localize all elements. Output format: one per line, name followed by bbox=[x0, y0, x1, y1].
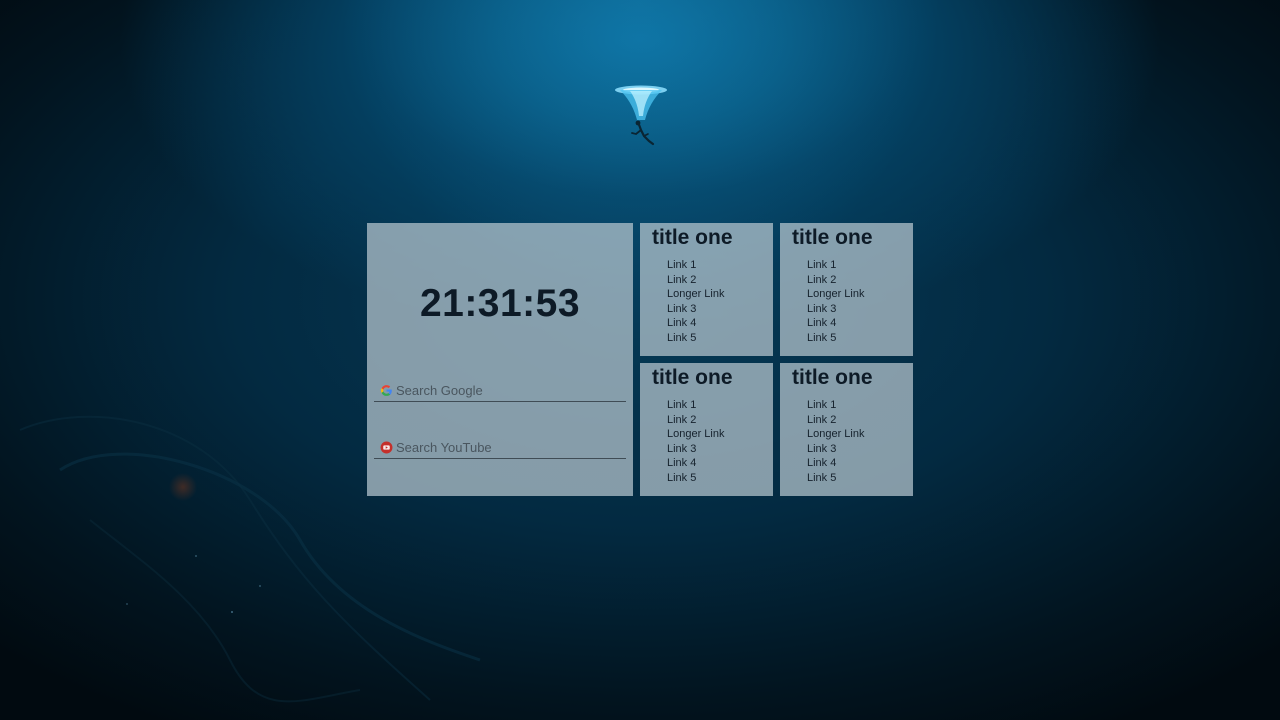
link-3[interactable]: Link 3 bbox=[667, 443, 696, 455]
longer-link[interactable]: Longer Link bbox=[807, 288, 865, 300]
list-item: Link 2 bbox=[667, 273, 725, 288]
longer-link[interactable]: Longer Link bbox=[807, 428, 865, 440]
link-panel-title: title one bbox=[652, 366, 733, 389]
list-item: Link 3 bbox=[667, 442, 725, 457]
link-3[interactable]: Link 3 bbox=[807, 443, 836, 455]
link-1[interactable]: Link 1 bbox=[667, 259, 696, 271]
list-item: Link 4 bbox=[807, 456, 865, 471]
link-4[interactable]: Link 4 bbox=[807, 457, 836, 469]
list-item: Link 1 bbox=[667, 258, 725, 273]
list-item: Link 5 bbox=[667, 471, 725, 486]
link-5[interactable]: Link 5 bbox=[667, 472, 696, 484]
list-item: Longer Link bbox=[807, 427, 865, 442]
longer-link[interactable]: Longer Link bbox=[667, 288, 725, 300]
link-list: Link 1 Link 2 Longer Link Link 3 Link 4 … bbox=[667, 398, 725, 486]
link-4[interactable]: Link 4 bbox=[667, 317, 696, 329]
link-2[interactable]: Link 2 bbox=[807, 414, 836, 426]
diver-illustration bbox=[615, 85, 667, 146]
link-4[interactable]: Link 4 bbox=[807, 317, 836, 329]
list-item: Longer Link bbox=[807, 287, 865, 302]
link-5[interactable]: Link 5 bbox=[667, 332, 696, 344]
google-search-input[interactable] bbox=[396, 380, 621, 400]
link-3[interactable]: Link 3 bbox=[667, 303, 696, 315]
google-search-box bbox=[374, 379, 626, 402]
list-item: Link 4 bbox=[807, 316, 865, 331]
link-panel-4: title one Link 1 Link 2 Longer Link Link… bbox=[780, 363, 913, 496]
list-item: Link 4 bbox=[667, 456, 725, 471]
clock-search-panel: 21:31:53 bbox=[367, 223, 633, 496]
link-1[interactable]: Link 1 bbox=[807, 399, 836, 411]
list-item: Link 5 bbox=[667, 331, 725, 346]
list-item: Link 2 bbox=[667, 413, 725, 428]
youtube-play-icon bbox=[380, 441, 393, 453]
list-item: Link 2 bbox=[807, 413, 865, 428]
list-item: Link 5 bbox=[807, 471, 865, 486]
list-item: Longer Link bbox=[667, 427, 725, 442]
link-panel-title: title one bbox=[792, 366, 873, 389]
list-item: Link 5 bbox=[807, 331, 865, 346]
list-item: Link 4 bbox=[667, 316, 725, 331]
link-5[interactable]: Link 5 bbox=[807, 332, 836, 344]
link-panel-title: title one bbox=[792, 226, 873, 249]
link-3[interactable]: Link 3 bbox=[807, 303, 836, 315]
list-item: Link 1 bbox=[667, 398, 725, 413]
list-item: Link 3 bbox=[807, 302, 865, 317]
youtube-search-input[interactable] bbox=[396, 437, 621, 457]
clock-display: 21:31:53 bbox=[419, 282, 581, 325]
longer-link[interactable]: Longer Link bbox=[667, 428, 725, 440]
youtube-search-box bbox=[374, 436, 626, 459]
link-panel-3: title one Link 1 Link 2 Longer Link Link… bbox=[640, 363, 773, 496]
list-item: Link 3 bbox=[807, 442, 865, 457]
list-item: Link 3 bbox=[667, 302, 725, 317]
link-2[interactable]: Link 2 bbox=[667, 274, 696, 286]
google-g-icon bbox=[381, 384, 392, 396]
link-1[interactable]: Link 1 bbox=[667, 399, 696, 411]
link-5[interactable]: Link 5 bbox=[807, 472, 836, 484]
list-item: Link 1 bbox=[807, 398, 865, 413]
link-list: Link 1 Link 2 Longer Link Link 3 Link 4 … bbox=[807, 258, 865, 346]
link-list: Link 1 Link 2 Longer Link Link 3 Link 4 … bbox=[807, 398, 865, 486]
list-item: Link 2 bbox=[807, 273, 865, 288]
link-panel-2: title one Link 1 Link 2 Longer Link Link… bbox=[780, 223, 913, 356]
list-item: Link 1 bbox=[807, 258, 865, 273]
list-item: Longer Link bbox=[667, 287, 725, 302]
link-2[interactable]: Link 2 bbox=[667, 414, 696, 426]
link-panel-title: title one bbox=[652, 226, 733, 249]
link-1[interactable]: Link 1 bbox=[807, 259, 836, 271]
link-list: Link 1 Link 2 Longer Link Link 3 Link 4 … bbox=[667, 258, 725, 346]
link-2[interactable]: Link 2 bbox=[807, 274, 836, 286]
link-panel-1: title one Link 1 Link 2 Longer Link Link… bbox=[640, 223, 773, 356]
link-4[interactable]: Link 4 bbox=[667, 457, 696, 469]
